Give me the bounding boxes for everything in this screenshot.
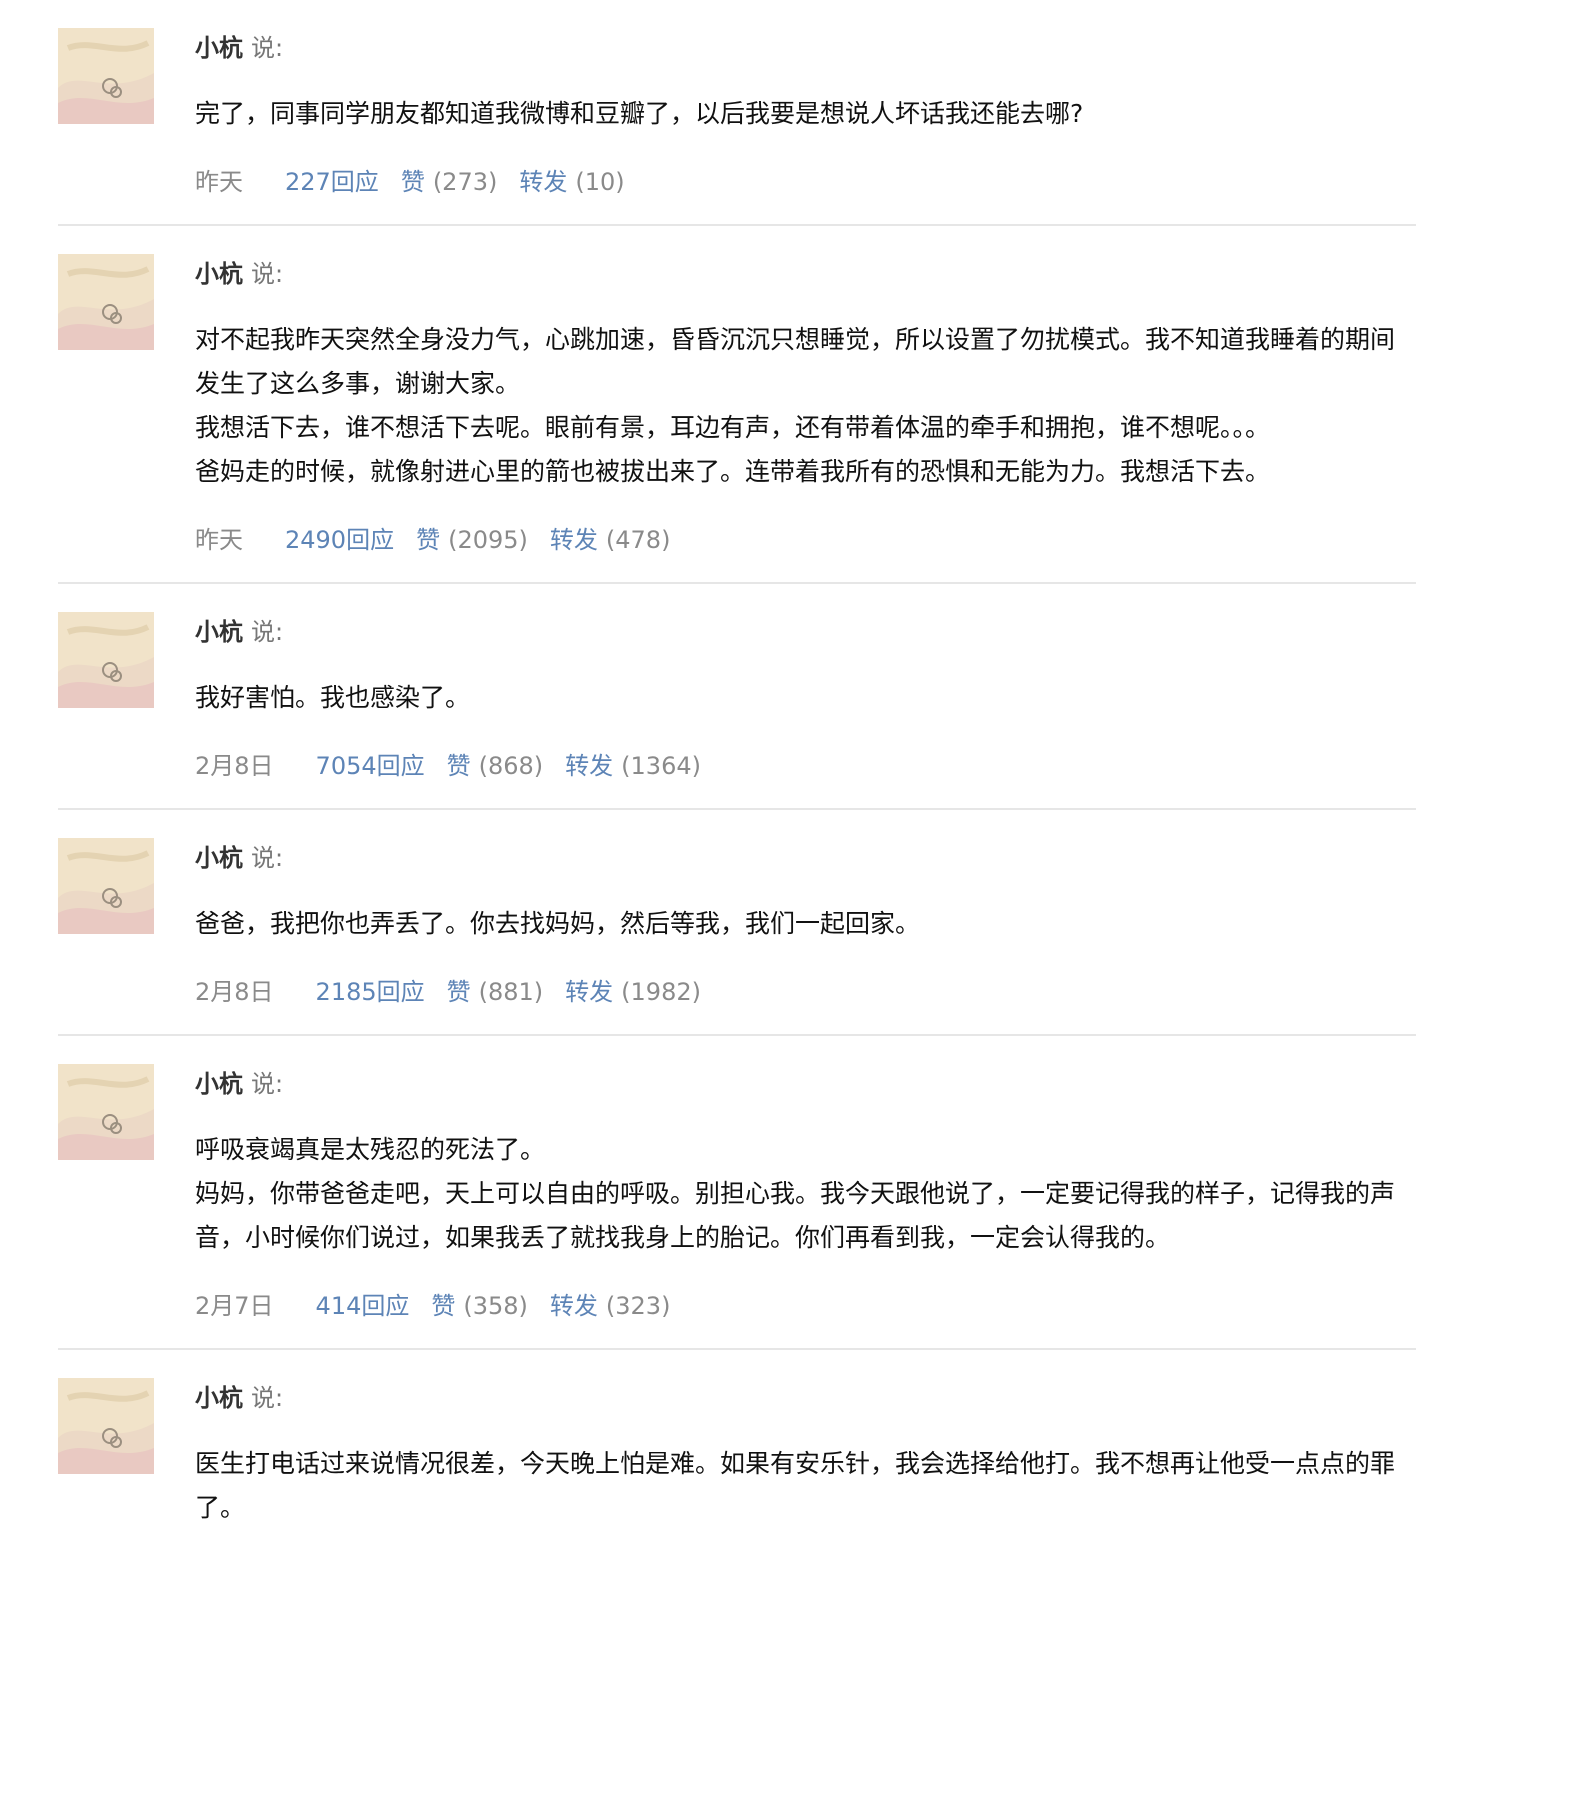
status-date: 2月7日	[195, 1292, 274, 1320]
status-date: 昨天	[195, 168, 243, 196]
said-label: 说:	[251, 1384, 284, 1412]
like-count: (881)	[478, 978, 544, 1006]
status-text-line: 呼吸衰竭真是太残忍的死法了。	[195, 1135, 546, 1164]
reply-link[interactable]: 7054回应	[316, 752, 425, 780]
status-item: 小杭 说: 爸爸，我把你也弄丢了。你去找妈妈，然后等我，我们一起回家。 2月8日 2…	[58, 810, 1416, 1036]
like-button[interactable]: 赞	[401, 168, 425, 196]
share-button[interactable]: 转发	[519, 168, 567, 196]
said-label: 说:	[251, 844, 284, 872]
avatar-image	[58, 612, 154, 708]
status-date: 昨天	[195, 526, 243, 554]
like-button[interactable]: 赞	[431, 1292, 455, 1320]
status-text-line: 爸爸，我把你也弄丢了。你去找妈妈，然后等我，我们一起回家。	[195, 909, 921, 938]
status-text: 爸爸，我把你也弄丢了。你去找妈妈，然后等我，我们一起回家。	[195, 902, 1416, 946]
share-button[interactable]: 转发	[565, 752, 613, 780]
status-date: 2月8日	[195, 752, 274, 780]
avatar-image	[58, 838, 154, 934]
avatar[interactable]	[58, 1378, 154, 1474]
reply-link[interactable]: 2490回应	[285, 526, 394, 554]
status-text-line: 医生打电话过来说情况很差，今天晚上怕是难。如果有安乐针，我会选择给他打。我不想再…	[195, 1449, 1396, 1522]
share-button[interactable]: 转发	[550, 526, 598, 554]
said-label: 说:	[251, 618, 284, 646]
avatar[interactable]	[58, 1064, 154, 1160]
status-feed: 小杭 说: 完了，同事同学朋友都知道我微博和豆瓣了，以后我要是想说人坏话我还能去哪…	[0, 0, 1580, 1554]
like-count: (2095)	[448, 526, 528, 554]
avatar-image	[58, 1378, 154, 1474]
status-text: 我好害怕。我也感染了。	[195, 676, 1416, 720]
status-text-line: 妈妈，你带爸爸走吧，天上可以自由的呼吸。别担心我。我今天跟他说了，一定要记得我的…	[195, 1179, 1396, 1252]
said-label: 说:	[251, 1070, 284, 1098]
like-button[interactable]: 赞	[416, 526, 440, 554]
like-count: (358)	[463, 1292, 528, 1320]
like-button[interactable]: 赞	[447, 752, 471, 780]
share-count: (10)	[575, 168, 625, 196]
status-text-line: 我好害怕。我也感染了。	[195, 683, 471, 712]
avatar[interactable]	[58, 612, 154, 708]
avatar-image	[58, 254, 154, 350]
status-meta: 昨天 227回应赞 (273) 转发 (10)	[195, 164, 1416, 200]
like-button[interactable]: 赞	[447, 978, 471, 1006]
author-name[interactable]: 小杭	[195, 1070, 243, 1098]
avatar-image	[58, 28, 154, 124]
share-count: (478)	[605, 526, 671, 554]
reply-link[interactable]: 227回应	[285, 168, 379, 196]
author-name[interactable]: 小杭	[195, 844, 243, 872]
status-text: 对不起我昨天突然全身没力气，心跳加速，昏昏沉沉只想睡觉，所以设置了勿扰模式。我不…	[195, 318, 1416, 494]
share-count: (1982)	[621, 978, 701, 1006]
status-item: 小杭 说: 呼吸衰竭真是太残忍的死法了。 妈妈，你带爸爸走吧，天上可以自由的呼吸。…	[58, 1036, 1416, 1350]
share-button[interactable]: 转发	[565, 978, 613, 1006]
share-button[interactable]: 转发	[550, 1292, 598, 1320]
status-item: 小杭 说: 医生打电话过来说情况很差，今天晚上怕是难。如果有安乐针，我会选择给他打…	[58, 1350, 1416, 1554]
status-text: 完了，同事同学朋友都知道我微博和豆瓣了，以后我要是想说人坏话我还能去哪?	[195, 92, 1416, 136]
status-meta: 昨天 2490回应赞 (2095) 转发 (478)	[195, 522, 1416, 558]
said-label: 说:	[251, 260, 284, 288]
status-item: 小杭 说: 对不起我昨天突然全身没力气，心跳加速，昏昏沉沉只想睡觉，所以设置了勿扰…	[58, 226, 1416, 584]
reply-link[interactable]: 414回应	[316, 1292, 410, 1320]
status-text: 医生打电话过来说情况很差，今天晚上怕是难。如果有安乐针，我会选择给他打。我不想再…	[195, 1442, 1416, 1530]
share-count: (323)	[605, 1292, 671, 1320]
author-name[interactable]: 小杭	[195, 618, 243, 646]
status-text-line: 完了，同事同学朋友都知道我微博和豆瓣了，以后我要是想说人坏话我还能去哪?	[195, 99, 1084, 128]
author-name[interactable]: 小杭	[195, 1384, 243, 1412]
author-name[interactable]: 小杭	[195, 260, 243, 288]
status-text-line: 爸妈走的时候，就像射进心里的箭也被拔出来了。连带着我所有的恐惧和无能为力。我想活…	[195, 457, 1271, 486]
share-count: (1364)	[621, 752, 701, 780]
reply-link[interactable]: 2185回应	[316, 978, 425, 1006]
author-name[interactable]: 小杭	[195, 34, 243, 62]
status-item: 小杭 说: 我好害怕。我也感染了。 2月8日 7054回应赞 (868) 转发 (1364…	[58, 584, 1416, 810]
avatar[interactable]	[58, 838, 154, 934]
status-text-line: 对不起我昨天突然全身没力气，心跳加速，昏昏沉沉只想睡觉，所以设置了勿扰模式。我不…	[195, 325, 1396, 398]
like-count: (868)	[478, 752, 544, 780]
said-label: 说:	[251, 34, 284, 62]
status-text: 呼吸衰竭真是太残忍的死法了。 妈妈，你带爸爸走吧，天上可以自由的呼吸。别担心我。…	[195, 1128, 1416, 1260]
status-meta: 2月8日 7054回应赞 (868) 转发 (1364)	[195, 748, 1416, 784]
status-item: 小杭 说: 完了，同事同学朋友都知道我微博和豆瓣了，以后我要是想说人坏话我还能去哪…	[58, 0, 1416, 226]
status-meta: 2月7日 414回应赞 (358) 转发 (323)	[195, 1288, 1416, 1324]
status-meta: 2月8日 2185回应赞 (881) 转发 (1982)	[195, 974, 1416, 1010]
like-count: (273)	[432, 168, 498, 196]
avatar[interactable]	[58, 254, 154, 350]
status-text-line: 我想活下去，谁不想活下去呢。眼前有景，耳边有声，还有带着体温的牵手和拥抱，谁不想…	[195, 413, 1271, 442]
avatar[interactable]	[58, 28, 154, 124]
status-date: 2月8日	[195, 978, 274, 1006]
avatar-image	[58, 1064, 154, 1160]
